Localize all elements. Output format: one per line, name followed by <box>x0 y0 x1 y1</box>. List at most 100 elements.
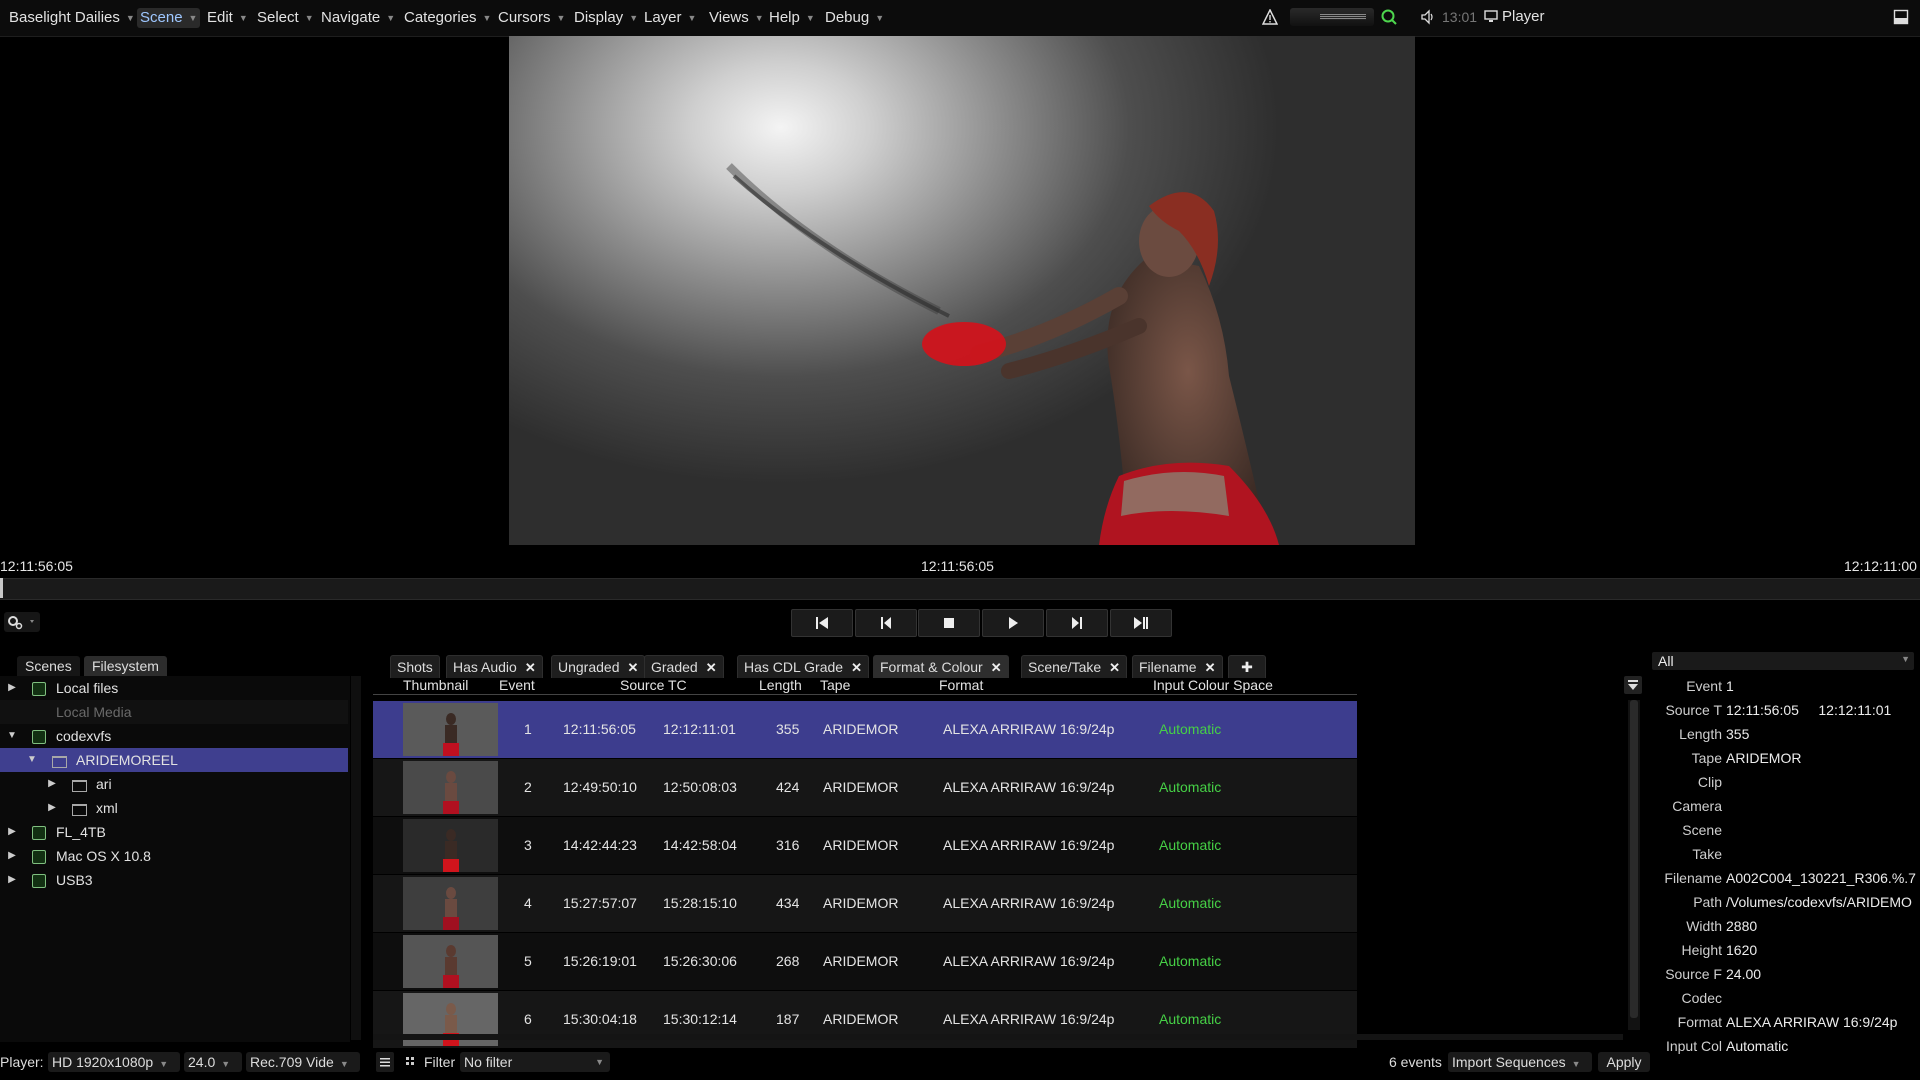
menu-cursors[interactable]: Cursors ▼ <box>495 8 568 28</box>
tree-item-aridemoreel[interactable]: ▼ ARIDEMOREEL <box>0 748 348 772</box>
import-sequences-dropdown[interactable]: Import Sequences ▼ <box>1448 1052 1592 1072</box>
playhead[interactable] <box>0 578 3 598</box>
close-icon[interactable]: ✕ <box>991 660 1002 675</box>
tab-graded[interactable]: Graded ✕ <box>644 655 724 678</box>
inspector-value[interactable]: 2880 <box>1726 914 1757 938</box>
search-icon[interactable] <box>1380 8 1398 26</box>
shot-thumbnail[interactable] <box>403 877 498 930</box>
inspector-value[interactable]: A002C004_130221_R306.%.7 <box>1726 866 1916 890</box>
table-horizontal-scrollbar[interactable] <box>373 1034 1623 1040</box>
stop-button[interactable] <box>918 609 980 637</box>
left-panel-scrollbar[interactable] <box>351 676 361 1040</box>
column-header-length[interactable]: Length <box>759 676 802 694</box>
shot-thumbnail[interactable] <box>403 819 498 872</box>
tree-item-fl-4tb[interactable]: ▶ FL_4TB <box>0 820 348 844</box>
tab-filename[interactable]: Filename ✕ <box>1132 655 1223 678</box>
close-icon[interactable]: ✕ <box>525 660 536 675</box>
volume-slider[interactable] <box>1290 8 1374 26</box>
close-icon[interactable]: ✕ <box>628 660 639 675</box>
colour-space-dropdown[interactable]: Rec.709 Vide ▼ <box>246 1052 360 1072</box>
add-tab-button[interactable]: ✚ <box>1228 655 1266 678</box>
skip-to-start-button[interactable] <box>791 609 853 637</box>
table-row[interactable]: 3 14:42:44:23 14:42:58:04 316 ARIDEMOR ALEXA … <box>373 817 1357 874</box>
menu-display[interactable]: Display ▼ <box>571 8 641 28</box>
tree-item-codexvfs[interactable]: ▼ codexvfs <box>0 724 348 748</box>
resolution-dropdown[interactable]: HD 1920x1080p ▼ <box>48 1052 180 1072</box>
tree-item-xml[interactable]: ▶ xml <box>0 796 348 820</box>
table-row[interactable]: 1 12:11:56:05 12:12:11:01 355 ARIDEMOR ALEXA … <box>373 701 1357 758</box>
triangle-right-icon[interactable]: ▶ <box>6 676 18 700</box>
inspector-value[interactable]: /Volumes/codexvfs/ARIDEMO <box>1726 890 1912 914</box>
table-scrollbar[interactable] <box>1628 700 1640 1030</box>
inspector-value[interactable]: 12:11:56:05 12:12:11:01 <box>1726 698 1891 722</box>
triangle-right-icon[interactable]: ▶ <box>6 820 18 844</box>
tree-item-mac-os-x-10-8[interactable]: ▶ Mac OS X 10.8 <box>0 844 348 868</box>
tab-scenes[interactable]: Scenes <box>17 656 80 676</box>
player-label[interactable]: Player <box>1502 8 1545 25</box>
tab-ungraded[interactable]: Ungraded ✕ <box>551 655 646 678</box>
step-forward-button[interactable] <box>1046 609 1108 637</box>
table-row[interactable]: 2 12:49:50:10 12:50:08:03 424 ARIDEMOR ALEXA … <box>373 759 1357 816</box>
inspector-value[interactable]: ALEXA ARRIRAW 16:9/24p <box>1726 1010 1897 1034</box>
column-header-event[interactable]: Event <box>499 676 535 694</box>
triangle-down-icon[interactable]: ▼ <box>6 724 18 748</box>
image-viewer[interactable] <box>509 36 1415 545</box>
column-header-format[interactable]: Format <box>939 676 983 694</box>
app-menu[interactable]: Baselight Dailies ▼ <box>6 8 138 28</box>
shot-thumbnail[interactable] <box>403 935 498 988</box>
tree-item-ari[interactable]: ▶ ari <box>0 772 348 796</box>
tab-filesystem[interactable]: Filesystem <box>84 656 167 676</box>
close-icon[interactable]: ✕ <box>706 660 717 675</box>
menu-edit[interactable]: Edit ▼ <box>204 8 251 28</box>
shot-thumbnail[interactable] <box>403 761 498 814</box>
inspector-value[interactable]: 1 <box>1726 674 1734 698</box>
list-view-button[interactable] <box>376 1052 394 1072</box>
play-button[interactable] <box>982 609 1044 637</box>
tree-item-local-media[interactable]: Local Media <box>0 700 348 724</box>
tree-item-local-files[interactable]: ▶ Local files <box>0 676 348 700</box>
menu-categories[interactable]: Categories ▼ <box>401 8 494 28</box>
column-header-tape[interactable]: Tape <box>820 676 850 694</box>
column-header-input-colour-space[interactable]: Input Colour Space <box>1153 676 1273 694</box>
inspector-value[interactable]: Automatic <box>1726 1034 1788 1058</box>
close-icon[interactable]: ✕ <box>1205 660 1216 675</box>
menu-layer[interactable]: Layer ▼ <box>641 8 699 28</box>
tree-item-usb3[interactable]: ▶ USB3 <box>0 868 348 892</box>
menu-select[interactable]: Select ▼ <box>254 8 317 28</box>
close-icon[interactable]: ✕ <box>1109 660 1120 675</box>
inspector-value[interactable]: 24.00 <box>1726 962 1761 986</box>
tab-has-audio[interactable]: Has Audio ✕ <box>446 655 543 678</box>
timeline-scrubber[interactable] <box>0 578 1920 600</box>
tab-scene-take[interactable]: Scene/Take ✕ <box>1021 655 1128 678</box>
step-back-button[interactable] <box>855 609 917 637</box>
tab-has-cdl-grade[interactable]: Has CDL Grade ✕ <box>737 655 869 678</box>
column-options-button[interactable] <box>1624 676 1642 694</box>
triangle-right-icon[interactable]: ▶ <box>46 772 58 796</box>
window-toggle-icon[interactable] <box>1893 9 1909 25</box>
apply-button[interactable]: Apply <box>1598 1052 1650 1072</box>
tab-shots[interactable]: Shots <box>390 655 440 678</box>
inspector-filter-dropdown[interactable]: All ▼ <box>1652 652 1914 670</box>
skip-to-end-button[interactable] <box>1110 609 1172 637</box>
table-row[interactable]: 4 15:27:57:07 15:28:15:10 434 ARIDEMOR ALEXA … <box>373 875 1357 932</box>
menu-scene[interactable]: Scene ▼ <box>137 8 201 28</box>
column-header-thumbnail[interactable]: Thumbnail <box>403 676 468 694</box>
triangle-right-icon[interactable]: ▶ <box>6 868 18 892</box>
filter-dropdown[interactable]: No filter ▼ <box>460 1052 610 1072</box>
settings-menu-button[interactable] <box>4 612 40 632</box>
menu-views[interactable]: Views ▼ <box>706 8 767 28</box>
column-header-source-tc[interactable]: Source TC <box>620 676 687 694</box>
inspector-value[interactable]: 1620 <box>1726 938 1757 962</box>
speaker-icon[interactable] <box>1420 9 1436 25</box>
fps-dropdown[interactable]: 24.0 ▼ <box>184 1052 242 1072</box>
table-row[interactable]: 5 15:26:19:01 15:26:30:06 268 ARIDEMOR ALEXA … <box>373 933 1357 990</box>
tab-format-colour[interactable]: Format & Colour ✕ <box>873 655 1009 678</box>
menu-help[interactable]: Help ▼ <box>766 8 818 28</box>
triangle-right-icon[interactable]: ▶ <box>46 796 58 820</box>
triangle-down-icon[interactable]: ▼ <box>26 748 38 772</box>
menu-debug[interactable]: Debug ▼ <box>822 8 887 28</box>
triangle-right-icon[interactable]: ▶ <box>6 844 18 868</box>
close-icon[interactable]: ✕ <box>851 660 862 675</box>
inspector-value[interactable]: 355 <box>1726 722 1749 746</box>
shot-thumbnail[interactable] <box>403 703 498 756</box>
